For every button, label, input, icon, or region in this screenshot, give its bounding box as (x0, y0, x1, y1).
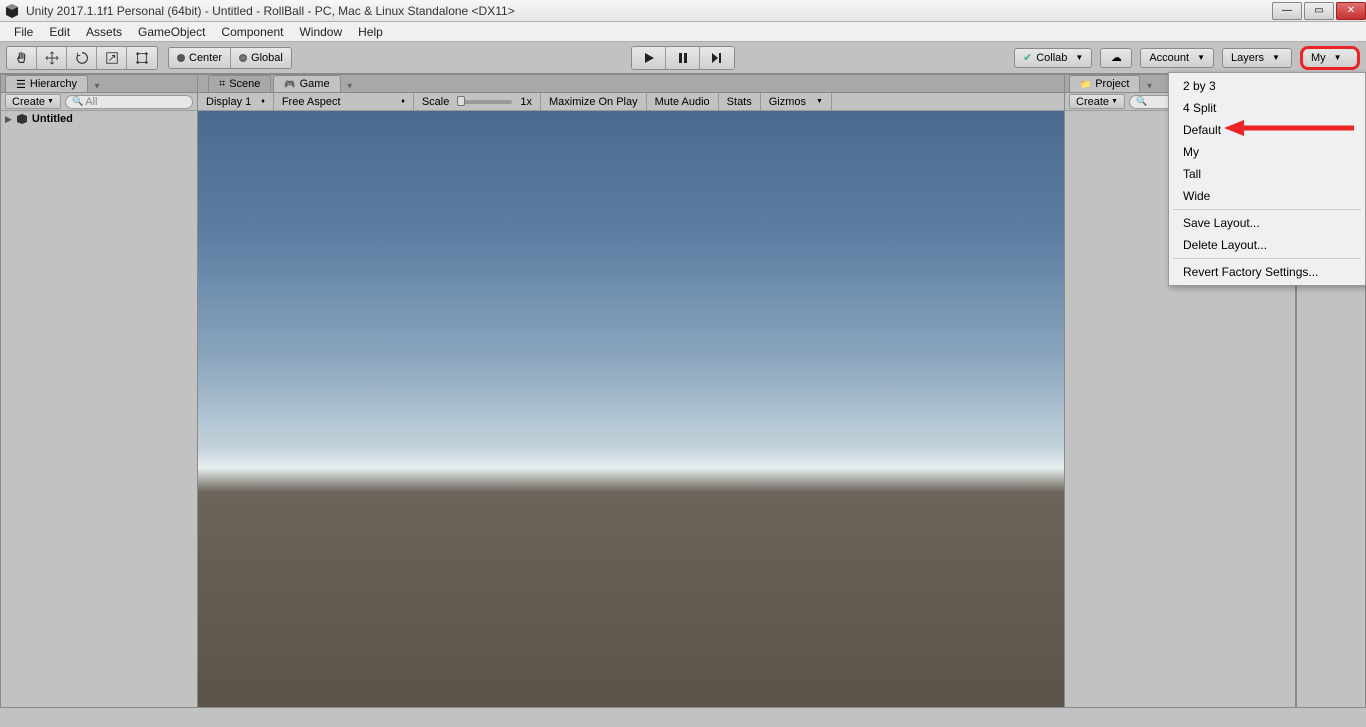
layout-tall[interactable]: Tall (1169, 163, 1365, 185)
cloud-icon: ☁ (1111, 51, 1122, 64)
gizmos-dropdown[interactable]: Gizmos▼ (761, 93, 832, 111)
panel-menu-icon[interactable]: ▾ (1142, 81, 1156, 92)
maximize-toggle[interactable]: Maximize On Play (541, 93, 647, 111)
layout-4split[interactable]: 4 Split (1169, 97, 1365, 119)
menu-help[interactable]: Help (350, 25, 391, 39)
layout-dropdown-menu: 2 by 3 4 Split Default My Tall Wide Save… (1168, 72, 1366, 286)
game-tab-icon: 🎮 (284, 79, 295, 90)
layout-delete[interactable]: Delete Layout... (1169, 234, 1365, 256)
scene-name: Untitled (32, 113, 73, 125)
global-icon (239, 54, 247, 62)
chevron-down-icon: ♦ (401, 98, 405, 105)
move-tool[interactable] (37, 47, 67, 69)
chevron-down-icon: ▼ (1272, 53, 1280, 62)
hierarchy-panel: ☰Hierarchy ▾ Create ▼ 🔍All ▶ Untitled (0, 74, 198, 727)
menu-component[interactable]: Component (213, 25, 291, 39)
title-bar: Unity 2017.1.1f1 Personal (64bit) - Unti… (0, 0, 1366, 22)
aspect-dropdown[interactable]: Free Aspect♦ (274, 93, 414, 111)
slider-thumb[interactable] (457, 96, 465, 106)
collab-button[interactable]: ✔Collab▼ (1014, 48, 1092, 68)
game-viewport (198, 111, 1064, 726)
transform-tools (6, 46, 158, 70)
collab-icon: ✔ (1023, 51, 1032, 64)
chevron-down-icon: ▼ (1197, 53, 1205, 62)
chevron-down-icon: ▼ (47, 98, 54, 105)
layout-button[interactable]: My▼ (1300, 46, 1360, 70)
menu-edit[interactable]: Edit (41, 25, 78, 39)
game-tab[interactable]: 🎮Game (273, 75, 340, 92)
rotate-tool[interactable] (67, 47, 97, 69)
pivot-global-button[interactable]: Global (231, 48, 291, 68)
layout-save[interactable]: Save Layout... (1169, 212, 1365, 234)
toolbar: Center Global ✔Collab▼ ☁ Account▼ Layers… (0, 42, 1366, 74)
scale-control[interactable]: Scale 1x (414, 93, 541, 111)
pause-button[interactable] (666, 47, 700, 69)
search-icon: 🔍 (1136, 96, 1147, 107)
display-dropdown[interactable]: Display 1♦ (198, 93, 274, 111)
project-tab[interactable]: 📁Project (1069, 75, 1140, 92)
chevron-down-icon: ▼ (816, 98, 823, 105)
scene-item[interactable]: ▶ Untitled (1, 111, 197, 127)
menu-bar: File Edit Assets GameObject Component Wi… (0, 22, 1366, 42)
menu-gameobject[interactable]: GameObject (130, 25, 213, 39)
play-button[interactable] (632, 47, 666, 69)
scene-tab-icon: ⌗ (219, 78, 225, 91)
chevron-down-icon: ♦ (261, 98, 265, 105)
chevron-down-icon: ▼ (1075, 53, 1083, 62)
close-button[interactable]: ✕ (1336, 2, 1366, 20)
separator (1173, 258, 1361, 259)
scene-tab[interactable]: ⌗Scene (208, 75, 271, 92)
layout-2by3[interactable]: 2 by 3 (1169, 75, 1365, 97)
layout-my[interactable]: My (1169, 141, 1365, 163)
hierarchy-search-input[interactable]: 🔍All (65, 95, 193, 109)
cloud-button[interactable]: ☁ (1100, 48, 1132, 68)
layout-default[interactable]: Default (1169, 119, 1365, 141)
layout-revert[interactable]: Revert Factory Settings... (1169, 261, 1365, 283)
hand-tool[interactable] (7, 47, 37, 69)
scale-slider[interactable] (457, 100, 512, 104)
chevron-down-icon: ▼ (1334, 53, 1342, 62)
pivot-controls: Center Global (168, 47, 292, 69)
expand-icon[interactable]: ▶ (5, 114, 12, 125)
hierarchy-icon: ☰ (16, 78, 26, 91)
unity-logo-icon (4, 3, 20, 19)
hierarchy-tab[interactable]: ☰Hierarchy (5, 75, 88, 92)
chevron-down-icon: ▼ (1111, 98, 1118, 105)
mute-toggle[interactable]: Mute Audio (647, 93, 719, 111)
separator (1173, 209, 1361, 210)
rect-tool[interactable] (127, 47, 157, 69)
folder-icon: 📁 (1080, 79, 1091, 90)
hierarchy-create-button[interactable]: Create ▼ (5, 94, 61, 109)
play-controls (631, 46, 735, 70)
project-create-button[interactable]: Create ▼ (1069, 94, 1125, 109)
step-button[interactable] (700, 47, 734, 69)
stats-toggle[interactable]: Stats (719, 93, 761, 111)
menu-assets[interactable]: Assets (78, 25, 130, 39)
center-icon (177, 54, 185, 62)
game-toolbar: Display 1♦ Free Aspect♦ Scale 1x Maximiz… (198, 93, 1064, 111)
scale-tool[interactable] (97, 47, 127, 69)
panel-menu-icon[interactable]: ▾ (90, 81, 104, 92)
layers-button[interactable]: Layers▼ (1222, 48, 1292, 68)
minimize-button[interactable]: — (1272, 2, 1302, 20)
center-panel: ⌗Scene 🎮Game ▾ Display 1♦ Free Aspect♦ S… (198, 74, 1064, 727)
status-bar (0, 707, 1366, 727)
layout-wide[interactable]: Wide (1169, 185, 1365, 207)
menu-window[interactable]: Window (291, 25, 350, 39)
maximize-button[interactable]: ▭ (1304, 2, 1334, 20)
search-icon: 🔍 (72, 96, 83, 107)
account-button[interactable]: Account▼ (1140, 48, 1214, 68)
unity-scene-icon (16, 113, 28, 125)
menu-file[interactable]: File (6, 25, 41, 39)
panel-menu-icon[interactable]: ▾ (343, 81, 357, 92)
window-title: Unity 2017.1.1f1 Personal (64bit) - Unti… (26, 4, 1270, 18)
pivot-center-button[interactable]: Center (169, 48, 231, 68)
